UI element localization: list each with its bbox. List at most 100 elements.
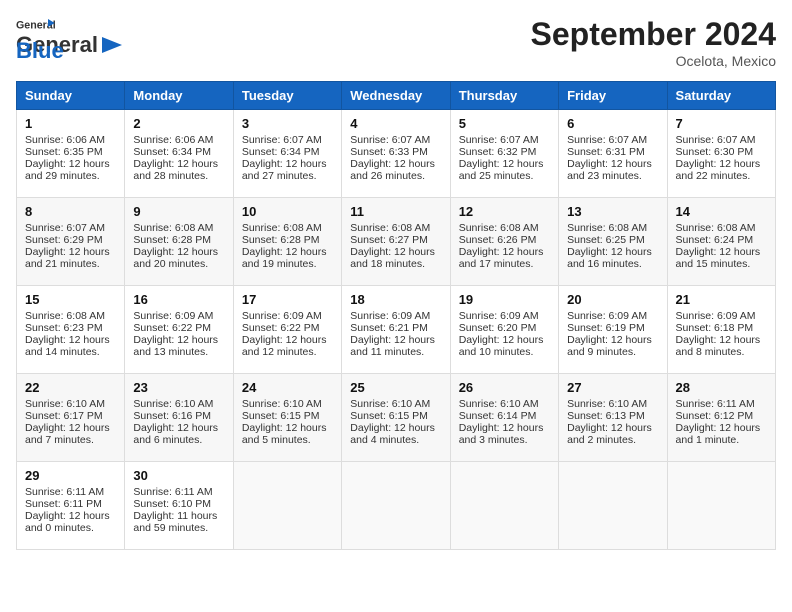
day-number: 23 [133,380,224,395]
calendar-cell: 25 Sunrise: 6:10 AM Sunset: 6:15 PM Dayl… [342,374,450,462]
daylight-text: Daylight: 12 hours and 4 minutes. [350,422,435,446]
calendar-cell: 14 Sunrise: 6:08 AM Sunset: 6:24 PM Dayl… [667,198,775,286]
day-number: 29 [25,468,116,483]
day-number: 17 [242,292,333,307]
title-area: September 2024 Ocelota, Mexico [531,16,776,69]
sunrise-text: Sunrise: 6:09 AM [133,310,213,322]
daylight-text: Daylight: 12 hours and 28 minutes. [133,158,218,182]
calendar-cell [342,462,450,550]
day-number: 30 [133,468,224,483]
calendar-week-row: 15 Sunrise: 6:08 AM Sunset: 6:23 PM Dayl… [17,286,776,374]
daylight-text: Daylight: 12 hours and 7 minutes. [25,422,110,446]
calendar-cell: 12 Sunrise: 6:08 AM Sunset: 6:26 PM Dayl… [450,198,558,286]
logo-triangle-icon [98,35,126,55]
daylight-text: Daylight: 12 hours and 11 minutes. [350,334,435,358]
sunrise-text: Sunrise: 6:06 AM [25,134,105,146]
sunrise-text: Sunrise: 6:07 AM [25,222,105,234]
sunset-text: Sunset: 6:18 PM [676,322,754,334]
daylight-text: Daylight: 12 hours and 23 minutes. [567,158,652,182]
day-number: 28 [676,380,767,395]
day-number: 4 [350,116,441,131]
calendar-cell: 11 Sunrise: 6:08 AM Sunset: 6:27 PM Dayl… [342,198,450,286]
sunset-text: Sunset: 6:20 PM [459,322,537,334]
daylight-text: Daylight: 12 hours and 25 minutes. [459,158,544,182]
day-number: 21 [676,292,767,307]
calendar-cell: 4 Sunrise: 6:07 AM Sunset: 6:33 PM Dayli… [342,110,450,198]
daylight-text: Daylight: 12 hours and 5 minutes. [242,422,327,446]
calendar-cell: 2 Sunrise: 6:06 AM Sunset: 6:34 PM Dayli… [125,110,233,198]
sunrise-text: Sunrise: 6:09 AM [350,310,430,322]
day-number: 26 [459,380,550,395]
sunset-text: Sunset: 6:13 PM [567,410,645,422]
weekday-header-friday: Friday [559,82,667,110]
day-number: 22 [25,380,116,395]
daylight-text: Daylight: 12 hours and 17 minutes. [459,246,544,270]
day-number: 2 [133,116,224,131]
day-number: 20 [567,292,658,307]
weekday-header-saturday: Saturday [667,82,775,110]
calendar-cell: 15 Sunrise: 6:08 AM Sunset: 6:23 PM Dayl… [17,286,125,374]
calendar-cell: 23 Sunrise: 6:10 AM Sunset: 6:16 PM Dayl… [125,374,233,462]
sunset-text: Sunset: 6:34 PM [242,146,320,158]
sunrise-text: Sunrise: 6:06 AM [133,134,213,146]
sunset-text: Sunset: 6:33 PM [350,146,428,158]
sunset-text: Sunset: 6:16 PM [133,410,211,422]
sunset-text: Sunset: 6:12 PM [676,410,754,422]
weekday-header-monday: Monday [125,82,233,110]
sunrise-text: Sunrise: 6:08 AM [350,222,430,234]
daylight-text: Daylight: 12 hours and 27 minutes. [242,158,327,182]
sunset-text: Sunset: 6:17 PM [25,410,103,422]
weekday-header-thursday: Thursday [450,82,558,110]
day-number: 13 [567,204,658,219]
sunset-text: Sunset: 6:10 PM [133,498,211,510]
daylight-text: Daylight: 12 hours and 1 minute. [676,422,761,446]
calendar-cell: 21 Sunrise: 6:09 AM Sunset: 6:18 PM Dayl… [667,286,775,374]
day-number: 6 [567,116,658,131]
sunrise-text: Sunrise: 6:07 AM [459,134,539,146]
sunset-text: Sunset: 6:32 PM [459,146,537,158]
sunset-text: Sunset: 6:11 PM [25,498,102,510]
day-number: 11 [350,204,441,219]
day-number: 8 [25,204,116,219]
daylight-text: Daylight: 12 hours and 3 minutes. [459,422,544,446]
day-number: 16 [133,292,224,307]
sunset-text: Sunset: 6:14 PM [459,410,537,422]
sunset-text: Sunset: 6:23 PM [25,322,103,334]
page-header: General General Blue September 2024 Ocel… [16,16,776,69]
calendar-header-row: SundayMondayTuesdayWednesdayThursdayFrid… [17,82,776,110]
calendar-cell: 18 Sunrise: 6:09 AM Sunset: 6:21 PM Dayl… [342,286,450,374]
day-number: 7 [676,116,767,131]
calendar-table: SundayMondayTuesdayWednesdayThursdayFrid… [16,81,776,550]
daylight-text: Daylight: 12 hours and 21 minutes. [25,246,110,270]
daylight-text: Daylight: 12 hours and 12 minutes. [242,334,327,358]
calendar-cell [667,462,775,550]
daylight-text: Daylight: 12 hours and 2 minutes. [567,422,652,446]
weekday-header-sunday: Sunday [17,82,125,110]
sunrise-text: Sunrise: 6:11 AM [133,486,212,498]
day-number: 9 [133,204,224,219]
day-number: 19 [459,292,550,307]
sunrise-text: Sunrise: 6:11 AM [25,486,104,498]
day-number: 12 [459,204,550,219]
sunset-text: Sunset: 6:22 PM [242,322,320,334]
sunset-text: Sunset: 6:26 PM [459,234,537,246]
day-number: 24 [242,380,333,395]
daylight-text: Daylight: 12 hours and 16 minutes. [567,246,652,270]
sunrise-text: Sunrise: 6:10 AM [350,398,430,410]
day-number: 14 [676,204,767,219]
sunrise-text: Sunrise: 6:08 AM [25,310,105,322]
calendar-cell [559,462,667,550]
daylight-text: Daylight: 12 hours and 26 minutes. [350,158,435,182]
sunrise-text: Sunrise: 6:09 AM [676,310,756,322]
daylight-text: Daylight: 12 hours and 22 minutes. [676,158,761,182]
calendar-cell: 19 Sunrise: 6:09 AM Sunset: 6:20 PM Dayl… [450,286,558,374]
calendar-cell: 3 Sunrise: 6:07 AM Sunset: 6:34 PM Dayli… [233,110,341,198]
daylight-text: Daylight: 12 hours and 9 minutes. [567,334,652,358]
day-number: 5 [459,116,550,131]
sunset-text: Sunset: 6:28 PM [133,234,211,246]
calendar-cell: 17 Sunrise: 6:09 AM Sunset: 6:22 PM Dayl… [233,286,341,374]
daylight-text: Daylight: 12 hours and 0 minutes. [25,510,110,534]
sunset-text: Sunset: 6:34 PM [133,146,211,158]
daylight-text: Daylight: 12 hours and 14 minutes. [25,334,110,358]
calendar-cell: 6 Sunrise: 6:07 AM Sunset: 6:31 PM Dayli… [559,110,667,198]
